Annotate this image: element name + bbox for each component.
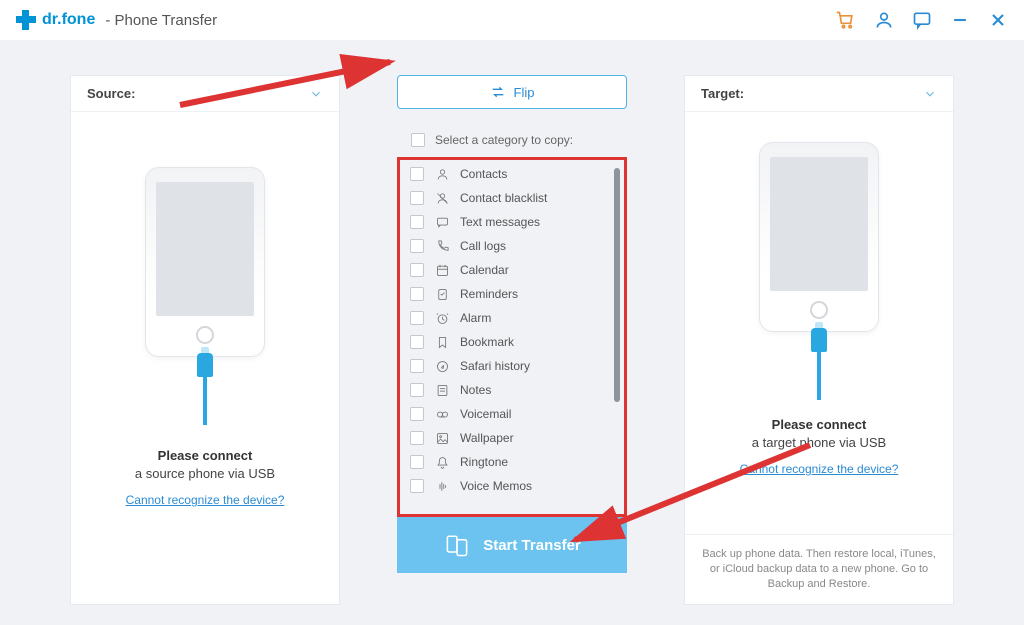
category-checkbox[interactable] (410, 311, 424, 325)
category-list[interactable]: Contacts Contact blacklist Text messages Ca… (402, 162, 622, 512)
source-connect-sub: a source phone via USB (135, 466, 275, 481)
category-label: Contacts (460, 167, 507, 181)
category-item[interactable]: Voice Memos (402, 474, 610, 498)
category-checkbox[interactable] (410, 359, 424, 373)
category-type-icon (434, 358, 450, 374)
category-item[interactable]: Text messages (402, 210, 610, 234)
minimize-icon[interactable] (950, 10, 970, 30)
select-all-row[interactable]: Select a category to copy: (397, 133, 627, 147)
category-item[interactable]: Wallpaper (402, 426, 610, 450)
category-label: Bookmark (460, 335, 514, 349)
category-item[interactable]: Ringtone (402, 450, 610, 474)
category-type-icon (434, 286, 450, 302)
brand-logo: dr.fone - Phone Transfer (16, 10, 217, 30)
flip-label: Flip (514, 85, 535, 100)
category-label: Ringtone (460, 455, 508, 469)
target-panel-header[interactable]: Target: (685, 76, 953, 112)
swap-icon (490, 84, 506, 100)
target-help-link[interactable]: Cannot recognize the device? (740, 462, 899, 476)
category-highlight-box: Contacts Contact blacklist Text messages Ca… (397, 157, 627, 517)
feedback-icon[interactable] (912, 10, 932, 30)
flip-button[interactable]: Flip (397, 75, 627, 109)
category-label: Notes (460, 383, 491, 397)
category-label: Voicemail (460, 407, 511, 421)
category-label: Call logs (460, 239, 506, 253)
plus-logo-icon (16, 10, 36, 30)
chevron-down-icon (309, 87, 323, 101)
source-phone-graphic (145, 167, 265, 357)
target-connect-sub: a target phone via USB (752, 435, 886, 450)
category-item[interactable]: Safari history (402, 354, 610, 378)
cart-icon[interactable] (836, 10, 856, 30)
category-label: Safari history (460, 359, 530, 373)
brand-text: dr.fone (42, 11, 95, 29)
category-item[interactable]: Reminders (402, 282, 610, 306)
transfer-devices-icon (443, 531, 471, 559)
target-footnote: Back up phone data. Then restore local, … (685, 534, 953, 592)
category-label: Reminders (460, 287, 518, 301)
category-type-icon (434, 430, 450, 446)
source-help-link[interactable]: Cannot recognize the device? (126, 493, 285, 507)
chevron-down-icon (923, 87, 937, 101)
category-item[interactable]: Notes (402, 378, 610, 402)
target-label: Target: (701, 86, 744, 101)
category-label: Voice Memos (460, 479, 532, 493)
main-stage: Source: Please connect a source phone vi… (0, 40, 1024, 625)
category-item[interactable]: Voicemail (402, 402, 610, 426)
category-label: Calendar (460, 263, 509, 277)
source-label: Source: (87, 86, 135, 101)
category-checkbox[interactable] (410, 239, 424, 253)
category-checkbox[interactable] (410, 191, 424, 205)
start-transfer-label: Start Transfer (483, 537, 581, 554)
category-checkbox[interactable] (410, 287, 424, 301)
category-type-icon (434, 310, 450, 326)
center-column: Flip Select a category to copy: Contacts… (397, 75, 627, 605)
category-checkbox[interactable] (410, 263, 424, 277)
category-label: Wallpaper (460, 431, 514, 445)
category-type-icon (434, 454, 450, 470)
category-item[interactable]: Contacts (402, 162, 610, 186)
category-checkbox[interactable] (410, 215, 424, 229)
category-type-icon (434, 166, 450, 182)
usb-cable-icon (811, 328, 827, 400)
scrollbar-thumb[interactable] (614, 168, 620, 402)
category-checkbox[interactable] (410, 431, 424, 445)
category-item[interactable]: Contact blacklist (402, 186, 610, 210)
category-type-icon (434, 190, 450, 206)
category-checkbox[interactable] (410, 167, 424, 181)
category-label: Text messages (460, 215, 540, 229)
select-all-checkbox[interactable] (411, 133, 425, 147)
category-checkbox[interactable] (410, 335, 424, 349)
source-connect-heading: Please connect (135, 447, 275, 465)
category-item[interactable]: Bookmark (402, 330, 610, 354)
target-phone-graphic (759, 142, 879, 332)
titlebar: dr.fone - Phone Transfer (0, 0, 1024, 40)
source-panel: Source: Please connect a source phone vi… (70, 75, 340, 605)
category-label: Alarm (460, 311, 491, 325)
select-all-label: Select a category to copy: (435, 133, 573, 147)
usb-cable-icon (197, 353, 213, 425)
category-type-icon (434, 334, 450, 350)
category-checkbox[interactable] (410, 455, 424, 469)
category-label: Contact blacklist (460, 191, 547, 205)
category-item[interactable]: Call logs (402, 234, 610, 258)
category-checkbox[interactable] (410, 383, 424, 397)
target-connect-heading: Please connect (752, 416, 886, 434)
source-panel-header[interactable]: Source: (71, 76, 339, 112)
category-type-icon (434, 262, 450, 278)
category-checkbox[interactable] (410, 407, 424, 421)
start-transfer-button[interactable]: Start Transfer (397, 517, 627, 573)
category-type-icon (434, 406, 450, 422)
category-item[interactable]: Alarm (402, 306, 610, 330)
category-type-icon (434, 478, 450, 494)
category-type-icon (434, 382, 450, 398)
account-icon[interactable] (874, 10, 894, 30)
category-type-icon (434, 238, 450, 254)
category-checkbox[interactable] (410, 479, 424, 493)
category-item[interactable]: Calendar (402, 258, 610, 282)
close-icon[interactable] (988, 10, 1008, 30)
window-title-suffix: - Phone Transfer (105, 12, 217, 29)
category-type-icon (434, 214, 450, 230)
target-panel: Target: Please connect a target phone vi… (684, 75, 954, 605)
